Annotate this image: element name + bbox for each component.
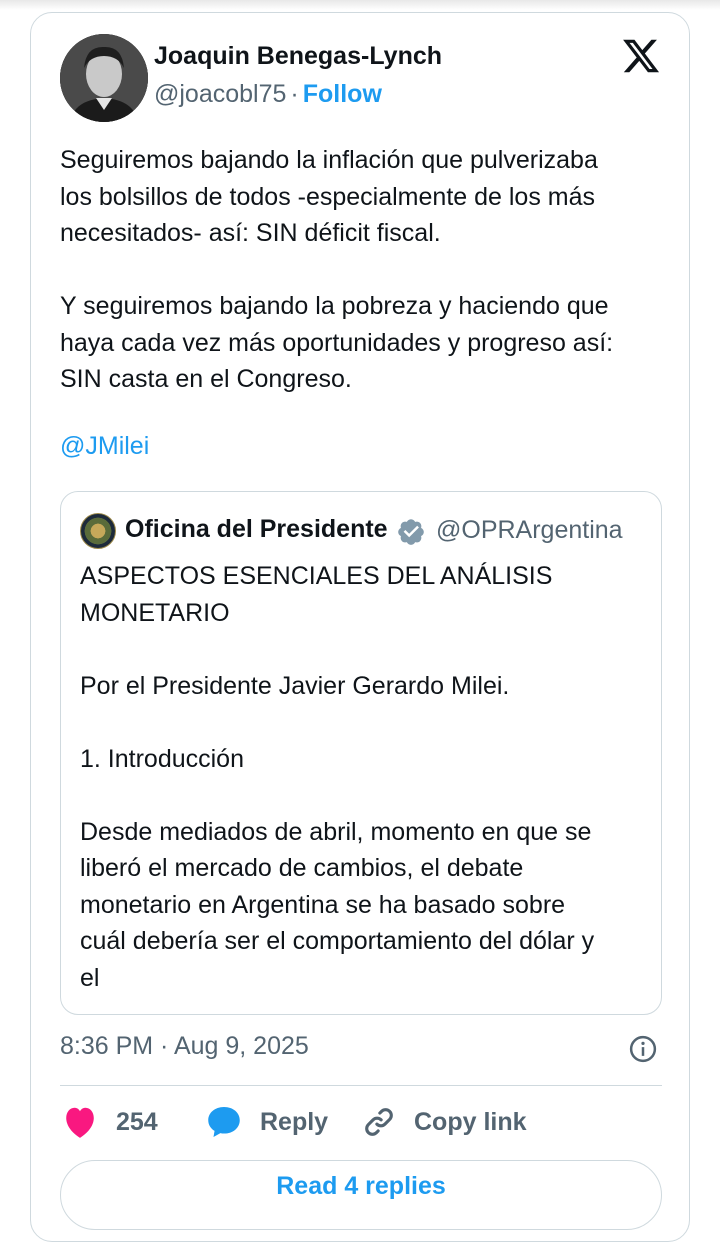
speech-bubble-icon [208, 1107, 240, 1137]
quoted-author-avatar [80, 513, 116, 549]
tweet-text: Seguiremos bajando la inflación que pulv… [60, 146, 614, 393]
x-logo-icon[interactable] [620, 36, 662, 76]
copy-link-label: Copy link [414, 1107, 527, 1136]
reply-label: Reply [260, 1107, 329, 1136]
info-icon[interactable] [628, 1034, 658, 1064]
copy-link-button[interactable]: Copy link [362, 1100, 527, 1144]
author-avatar[interactable] [60, 34, 148, 122]
avatar-photo [60, 34, 148, 122]
quoted-tweet-text: ASPECTOS ESENCIALES DEL ANÁLISIS MONETAR… [80, 562, 595, 992]
divider [60, 1085, 662, 1086]
quoted-author-handle: @OPRArgentina [436, 516, 623, 544]
heart-icon [66, 1107, 94, 1138]
separator-dot: · [290, 80, 299, 108]
like-count: 254 [116, 1107, 158, 1136]
author-name[interactable]: Joaquin Benegas-Lynch [154, 42, 442, 71]
top-shadow [0, 0, 720, 10]
quoted-author-name: Oficina del Presidente [125, 515, 388, 543]
author-handle[interactable]: @joacobl75 [154, 80, 286, 108]
reply-button[interactable]: Reply [206, 1100, 328, 1144]
follow-button[interactable]: Follow [303, 80, 382, 108]
like-button[interactable]: 254 [62, 1100, 158, 1144]
mention-link[interactable]: @JMilei [60, 432, 149, 461]
author-handle-row: @joacobl75 · Follow [154, 80, 382, 109]
link-icon [365, 1108, 393, 1136]
verified-badge-icon [398, 519, 424, 545]
read-replies-button[interactable]: Read 4 replies [60, 1160, 662, 1230]
tweet-timestamp[interactable]: 8:36 PM · Aug 9, 2025 [60, 1032, 309, 1061]
